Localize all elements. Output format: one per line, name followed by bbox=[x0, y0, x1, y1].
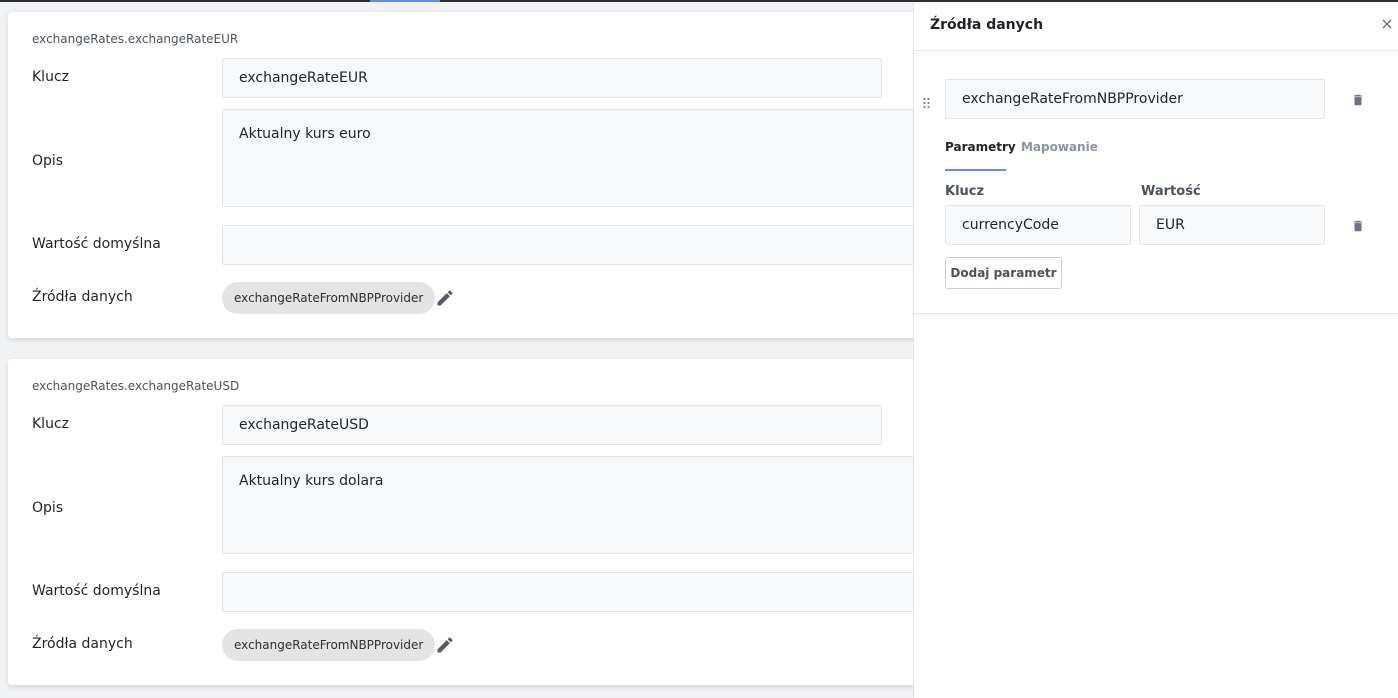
panel-title: Źródła danych bbox=[930, 17, 1044, 33]
drag-handle-icon bbox=[923, 97, 930, 109]
delete-source-button[interactable] bbox=[1351, 92, 1365, 106]
param-value-input[interactable]: EUR bbox=[1139, 205, 1325, 245]
close-button[interactable] bbox=[1379, 16, 1395, 32]
delete-param-button[interactable] bbox=[1351, 218, 1365, 232]
pencil-icon bbox=[437, 637, 453, 653]
variable-card: exchangeRates.exchangeRateEUR Klucz exch… bbox=[8, 12, 913, 338]
pencil-icon bbox=[437, 290, 453, 306]
description-label: Opis bbox=[32, 153, 64, 169]
description-textarea[interactable]: Aktualny kurs euro bbox=[222, 109, 913, 207]
key-input[interactable]: exchangeRateUSD bbox=[222, 405, 882, 445]
param-key-header: Klucz bbox=[945, 184, 985, 199]
data-source-chip[interactable]: exchangeRateFromNBPProvider bbox=[222, 629, 436, 661]
close-icon bbox=[1382, 19, 1392, 29]
add-parameter-button[interactable]: Dodaj parametr bbox=[945, 257, 1062, 289]
active-tab-indicator bbox=[945, 169, 1006, 171]
variable-card: exchangeRates.exchangeRateUSD Klucz exch… bbox=[8, 359, 913, 685]
edit-sources-button[interactable] bbox=[435, 635, 455, 655]
tab-parametry[interactable]: Parametry bbox=[945, 140, 1016, 154]
data-sources-panel: Źródła danych exchangeRateFromNBPProvide… bbox=[913, 2, 1398, 698]
default-value-input[interactable] bbox=[222, 225, 913, 265]
default-value-label: Wartość domyślna bbox=[32, 236, 161, 252]
data-source-chip[interactable]: exchangeRateFromNBPProvider bbox=[222, 282, 436, 314]
data-sources-label: Źródła danych bbox=[32, 289, 133, 305]
data-sources-label: Źródła danych bbox=[32, 636, 133, 652]
key-label: Klucz bbox=[32, 416, 69, 432]
edit-sources-button[interactable] bbox=[435, 288, 455, 308]
panel-header: Źródła danych bbox=[914, 2, 1398, 51]
param-key-input[interactable]: currencyCode bbox=[945, 205, 1131, 245]
param-value-header: Wartość bbox=[1141, 184, 1201, 199]
description-textarea[interactable]: Aktualny kurs dolara bbox=[222, 456, 913, 554]
tab-mapowanie[interactable]: Mapowanie bbox=[1021, 140, 1098, 154]
variables-list: exchangeRates.exchangeRateEUR Klucz exch… bbox=[0, 0, 913, 698]
default-value-input[interactable] bbox=[222, 572, 913, 612]
description-label: Opis bbox=[32, 500, 64, 516]
top-progress-accent bbox=[370, 0, 440, 2]
drag-handle[interactable] bbox=[922, 94, 932, 109]
variable-path: exchangeRates.exchangeRateEUR bbox=[32, 32, 239, 46]
data-source-item: exchangeRateFromNBPProvider Parametry Ma… bbox=[914, 51, 1398, 314]
key-input[interactable]: exchangeRateEUR bbox=[222, 58, 882, 98]
default-value-label: Wartość domyślna bbox=[32, 583, 161, 599]
top-progress-bar bbox=[0, 0, 1398, 2]
trash-icon bbox=[1353, 94, 1363, 106]
key-label: Klucz bbox=[32, 69, 69, 85]
trash-icon bbox=[1353, 220, 1363, 232]
variable-path: exchangeRates.exchangeRateUSD bbox=[32, 379, 240, 393]
provider-input[interactable]: exchangeRateFromNBPProvider bbox=[945, 79, 1325, 119]
